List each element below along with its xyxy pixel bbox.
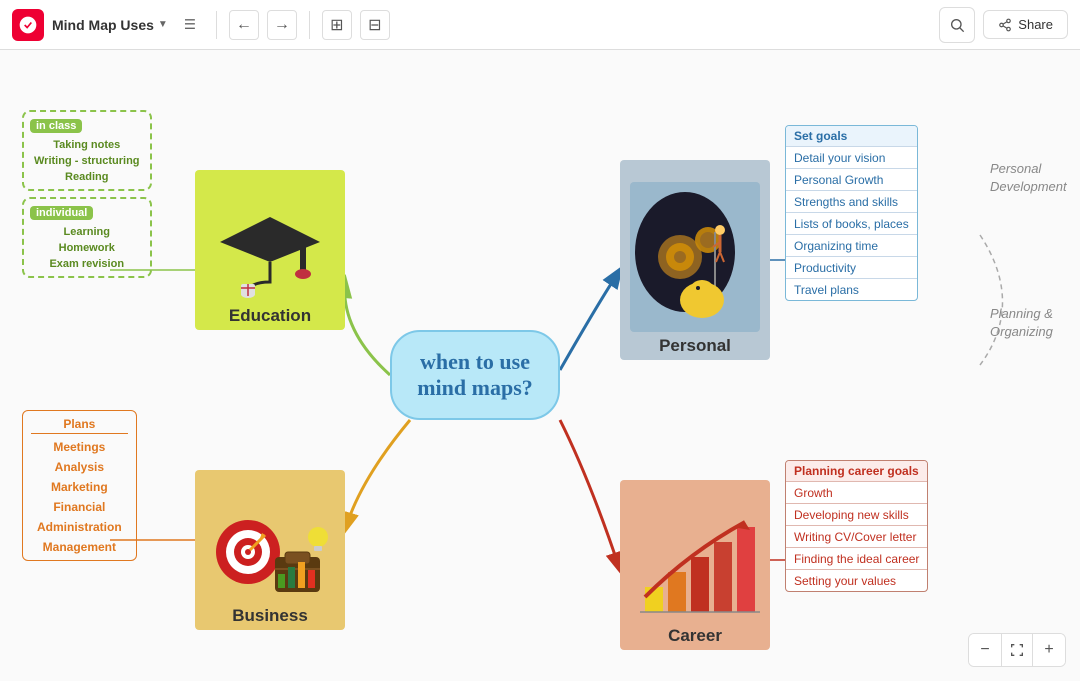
in-class-tag: in class [30, 119, 82, 133]
career-item-values: Setting your values [786, 571, 927, 591]
share-icon [998, 18, 1012, 32]
personal-item-detail-vision: Detail your vision [786, 148, 917, 169]
personal-item-personal-growth: Personal Growth [786, 170, 917, 191]
mind-map-canvas: when to usemind maps? Education [0, 50, 1080, 681]
education-image [210, 202, 330, 302]
zoom-out-icon: − [980, 641, 989, 659]
layout-button-2[interactable]: ⊟ [360, 10, 390, 40]
career-item-planning: Planning career goals [786, 461, 927, 482]
business-branch-box: Plans Meetings Analysis Marketing Financ… [22, 410, 137, 561]
center-node[interactable]: when to usemind maps? [390, 330, 560, 420]
education-node[interactable]: Education [195, 170, 345, 330]
in-class-group: in class Taking notes Writing - structur… [22, 110, 152, 191]
career-branches: Planning career goals Growth Developing … [785, 460, 928, 592]
layout-icon-1: ⊞ [330, 15, 343, 35]
personal-item-travel: Travel plans [786, 280, 917, 300]
edu-item-reading: Reading [30, 169, 144, 185]
career-branch-box: Planning career goals Growth Developing … [785, 460, 928, 592]
career-node[interactable]: Career [620, 480, 770, 650]
individual-tag: individual [30, 206, 93, 220]
personal-branch-list: Set goals Detail your vision Personal Gr… [786, 126, 917, 300]
career-image [630, 512, 760, 622]
biz-item-marketing: Marketing [31, 478, 128, 496]
personal-image [630, 182, 760, 332]
redo-button[interactable]: → [267, 10, 297, 40]
title-area[interactable]: Mind Map Uses ▼ [52, 17, 168, 33]
undo-icon: ← [236, 16, 252, 34]
zoom-fit-icon [1001, 634, 1033, 666]
personal-branches: Set goals Detail your vision Personal Gr… [785, 125, 918, 301]
zoom-controls: − + [968, 633, 1066, 667]
education-label: Education [195, 302, 345, 330]
zoom-out-button[interactable]: − [969, 634, 1001, 666]
career-item-ideal-career: Finding the ideal career [786, 549, 927, 570]
business-image [210, 502, 330, 602]
business-branch-list: Plans Meetings Analysis Marketing Financ… [31, 415, 128, 556]
education-branches: in class Taking notes Writing - structur… [22, 110, 152, 278]
personal-node[interactable]: Personal [620, 160, 770, 360]
hamburger-icon: ☰ [184, 17, 196, 33]
zoom-in-button[interactable]: + [1033, 634, 1065, 666]
center-node-text: when to usemind maps? [417, 349, 533, 401]
redo-icon: → [274, 16, 290, 34]
personal-label: Personal [620, 332, 770, 360]
edu-item-homework: Homework [30, 240, 144, 256]
business-label: Business [195, 602, 345, 630]
biz-item-meetings: Meetings [31, 438, 128, 456]
business-node[interactable]: Business [195, 470, 345, 630]
toolbar: Mind Map Uses ▼ ☰ ← → ⊞ ⊟ Share [0, 0, 1080, 50]
toolbar-divider-2 [309, 11, 310, 39]
biz-item-analysis: Analysis [31, 458, 128, 476]
biz-item-administration: Administration [31, 518, 128, 536]
title-dropdown-icon: ▼ [158, 19, 168, 30]
menu-button[interactable]: ☰ [176, 11, 204, 39]
edu-item-learning: Learning [30, 224, 144, 240]
search-button[interactable] [939, 7, 975, 43]
share-label: Share [1018, 17, 1053, 32]
toolbar-divider [216, 11, 217, 39]
edu-item-taking-notes: Taking notes [30, 137, 144, 153]
edu-item-writing: Writing - structuring [30, 153, 144, 169]
edu-item-exam: Exam revision [30, 256, 144, 272]
career-item-cv: Writing CV/Cover letter [786, 527, 927, 548]
career-branch-list: Planning career goals Growth Developing … [786, 461, 927, 591]
zoom-in-icon: + [1044, 641, 1053, 659]
personal-branch-box: Set goals Detail your vision Personal Gr… [785, 125, 918, 301]
career-item-new-skills: Developing new skills [786, 505, 927, 526]
undo-button[interactable]: ← [229, 10, 259, 40]
document-title: Mind Map Uses [52, 17, 154, 33]
personal-development-label: PersonalDevelopment [990, 160, 1067, 196]
business-branches: Plans Meetings Analysis Marketing Financ… [22, 410, 137, 561]
career-item-growth: Growth [786, 483, 927, 504]
personal-item-productivity: Productivity [786, 258, 917, 279]
biz-item-financial: Financial [31, 498, 128, 516]
personal-item-organizing-time: Organizing time [786, 236, 917, 257]
personal-item-set-goals: Set goals [786, 126, 917, 147]
logo-button[interactable] [12, 9, 44, 41]
biz-item-management: Management [31, 538, 128, 556]
individual-group: individual Learning Homework Exam revisi… [22, 197, 152, 278]
biz-item-plans: Plans [31, 415, 128, 434]
planning-organizing-label: Planning &Organizing [990, 305, 1053, 341]
personal-item-lists: Lists of books, places [786, 214, 917, 235]
personal-item-strengths: Strengths and skills [786, 192, 917, 213]
career-label: Career [620, 622, 770, 650]
share-button[interactable]: Share [983, 10, 1068, 39]
layout-button-1[interactable]: ⊞ [322, 10, 352, 40]
layout-icon-2: ⊟ [368, 15, 381, 35]
